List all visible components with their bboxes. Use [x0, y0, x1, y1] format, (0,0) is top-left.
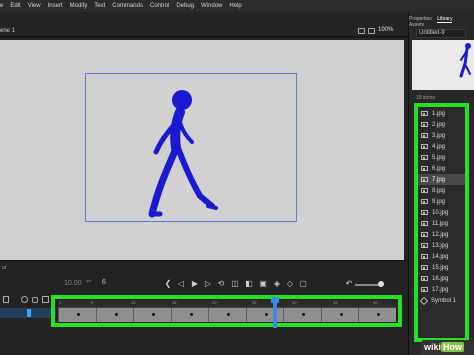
- center-frame-icon[interactable]: ◫: [230, 279, 240, 289]
- frame-display: 6: [102, 279, 106, 286]
- menu-item[interactable]: Commands: [112, 3, 143, 9]
- timeline-label: ut: [2, 265, 7, 271]
- menu-item[interactable]: Debug: [176, 3, 194, 9]
- onion-skin-icon[interactable]: ◧: [244, 279, 254, 289]
- fps-label: fps: [86, 278, 92, 283]
- fit-icon[interactable]: [368, 28, 375, 34]
- scene-label[interactable]: ene 1: [0, 28, 15, 34]
- panel-tabs: Properties Library Assets: [409, 16, 474, 28]
- menu-item[interactable]: Control: [150, 3, 169, 9]
- menu-bar: e Edit View Insert Modify Text Commands Control…: [0, 0, 474, 12]
- play-icon[interactable]: ▶: [190, 279, 200, 289]
- layer-controls: [0, 295, 55, 305]
- menu-item[interactable]: Window: [201, 3, 222, 9]
- items-count: 18 items: [416, 95, 435, 101]
- timeline-highlight-box: [51, 295, 402, 327]
- wikihow-watermark: wiki How: [421, 340, 474, 355]
- edit-frames-icon[interactable]: ▣: [258, 279, 268, 289]
- menu-item[interactable]: e: [0, 3, 3, 9]
- step-back-icon[interactable]: ◁: [176, 279, 186, 289]
- library-highlight-box: [414, 103, 469, 342]
- zoom-select[interactable]: 100%: [378, 27, 393, 33]
- insert-blank-icon[interactable]: ◇: [285, 279, 295, 289]
- playhead-handle[interactable]: [271, 297, 279, 303]
- insert-frame-icon[interactable]: ▢: [298, 279, 308, 289]
- slider-knob[interactable]: [378, 281, 384, 287]
- outline-icon[interactable]: [42, 296, 49, 303]
- menu-item[interactable]: View: [28, 3, 41, 9]
- goto-first-icon[interactable]: ❮: [163, 279, 173, 289]
- tab-library[interactable]: Library: [437, 16, 453, 23]
- time-display: 10.00: [64, 280, 82, 287]
- camera-icon[interactable]: [358, 28, 365, 34]
- menu-item[interactable]: Help: [229, 3, 241, 9]
- menu-item[interactable]: Edit: [10, 3, 20, 9]
- library-preview: [412, 40, 474, 90]
- trash-icon[interactable]: [3, 296, 9, 303]
- menu-item[interactable]: Modify: [70, 3, 88, 9]
- loop-icon[interactable]: ⟲: [216, 279, 226, 289]
- menu-item[interactable]: Insert: [48, 3, 63, 9]
- undo-icon[interactable]: ↶: [344, 279, 354, 289]
- lock-icon[interactable]: [32, 297, 38, 303]
- scene-bar: [0, 12, 408, 37]
- step-forward-icon[interactable]: ▷: [203, 279, 213, 289]
- tab-assets[interactable]: Assets: [409, 22, 424, 28]
- eye-icon[interactable]: [21, 296, 28, 303]
- layer-color-icon: [27, 309, 31, 317]
- document-select[interactable]: Untitled-9: [416, 29, 466, 38]
- insert-keyframe-icon[interactable]: ◈: [272, 279, 282, 289]
- menu-item[interactable]: Text: [94, 3, 105, 9]
- walking-figure[interactable]: [130, 88, 240, 223]
